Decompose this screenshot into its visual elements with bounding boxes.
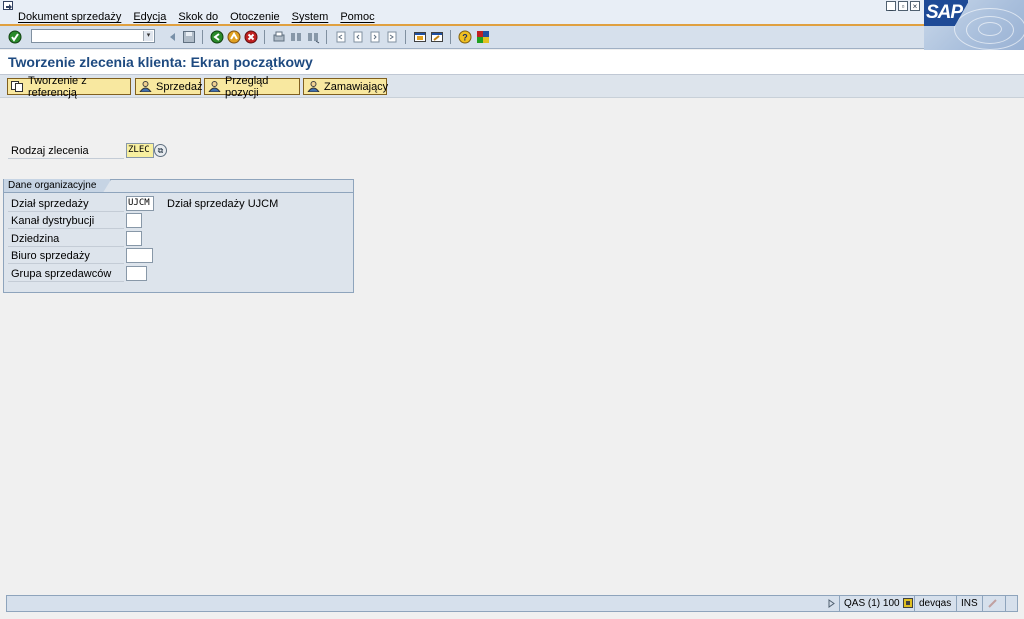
page-title: Tworzenie zlecenia klienta: Ekran począt…: [8, 54, 313, 70]
expand-status-icon[interactable]: [827, 599, 836, 608]
person-icon: [307, 81, 320, 92]
toolbar-separator: [450, 30, 451, 44]
sales-org-description: Dział sprzedaży UJCM: [167, 198, 279, 210]
server-name-text: devqas: [919, 598, 952, 609]
command-field[interactable]: ▾: [31, 29, 155, 43]
distribution-channel-label: Kanał dystrybucji: [11, 215, 95, 227]
distribution-channel-field[interactable]: [126, 213, 142, 228]
menu-sales-document[interactable]: Dokument sprzedaży: [18, 11, 121, 23]
application-toolbar: Tworzenie z referencją Sprzedaż Przegląd…: [0, 75, 1024, 99]
button-label: Sprzedaż: [156, 80, 203, 93]
exit-icon[interactable]: [227, 30, 241, 44]
menu-goto[interactable]: Skok do: [178, 11, 218, 23]
layout-menu-icon[interactable]: [476, 30, 490, 44]
person-icon: [208, 81, 221, 92]
back-arrow-icon[interactable]: [166, 30, 180, 44]
status-extra: [982, 596, 1007, 611]
toolbar-separator: [405, 30, 406, 44]
print-icon[interactable]: [272, 30, 286, 44]
system-info[interactable]: QAS (1) 100: [839, 596, 908, 611]
copy-icon: [11, 81, 23, 92]
shortcut-icon[interactable]: [430, 30, 444, 44]
system-info-text: QAS (1) 100: [844, 598, 900, 609]
button-label: Zamawiający: [324, 80, 389, 93]
minimize-icon[interactable]: _: [886, 1, 896, 11]
standard-toolbar: ▾ ?: [0, 26, 924, 49]
toolbar-separator: [326, 30, 327, 44]
order-type-field[interactable]: ZLEC: [126, 143, 154, 158]
find-next-icon[interactable]: [306, 30, 320, 44]
sales-button[interactable]: Sprzedaż: [135, 78, 203, 95]
value-help-icon[interactable]: ⧉: [154, 144, 167, 157]
label-underline: [8, 263, 124, 264]
window-controls: _ ▫ ×: [886, 1, 920, 11]
first-page-icon[interactable]: [334, 30, 348, 44]
new-session-icon[interactable]: [413, 30, 427, 44]
lock-icon: [988, 599, 997, 608]
find-icon[interactable]: [289, 30, 303, 44]
menu-edit[interactable]: Edycja: [133, 11, 166, 23]
sales-group-field[interactable]: [126, 266, 147, 281]
group-title: Dane organizacyjne: [4, 179, 111, 192]
status-end: [1005, 596, 1018, 611]
person-icon: [139, 81, 152, 92]
help-icon[interactable]: ?: [458, 30, 472, 44]
command-dropdown-icon[interactable]: ▾: [143, 31, 153, 41]
label-underline: [8, 246, 124, 247]
button-label: Tworzenie z referencją: [28, 74, 87, 99]
toolbar-separator: [202, 30, 203, 44]
system-info-icon[interactable]: [903, 598, 913, 608]
svg-text:?: ?: [462, 33, 468, 43]
previous-page-icon[interactable]: [351, 30, 365, 44]
item-overview-button[interactable]: Przegląd pozycji: [204, 75, 300, 99]
insert-mode[interactable]: INS: [956, 596, 983, 611]
sap-logo-text: SAP: [926, 2, 963, 23]
create-with-reference-button[interactable]: Tworzenie z referencją: [7, 75, 131, 99]
button-label: Przegląd pozycji: [225, 74, 269, 99]
sales-group-label: Grupa sprzedawców: [11, 268, 112, 280]
next-page-icon[interactable]: [368, 30, 382, 44]
menu-bar: Dokument sprzedaży Edycja Skok do Otocze…: [0, 0, 1024, 26]
server-name: devqas: [914, 596, 957, 611]
close-icon[interactable]: ×: [910, 1, 920, 11]
label-underline: [8, 158, 124, 159]
insert-mode-text: INS: [961, 598, 978, 609]
sales-org-field[interactable]: UJCM: [126, 196, 154, 211]
label-underline: [8, 228, 124, 229]
cancel-icon[interactable]: [244, 30, 258, 44]
system-menu-icon[interactable]: [3, 1, 15, 11]
back-icon[interactable]: [210, 30, 224, 44]
division-label: Dziedzina: [11, 233, 60, 245]
label-underline: [8, 281, 124, 282]
menu-system[interactable]: System: [292, 11, 329, 23]
label-underline: [8, 211, 124, 212]
sales-org-label: Dział sprzedaży: [11, 198, 89, 210]
logo-ring: [978, 22, 1002, 36]
sales-office-label: Biuro sprzedaży: [11, 250, 90, 262]
enter-icon[interactable]: [8, 30, 22, 44]
title-bar: Tworzenie zlecenia klienta: Ekran począt…: [0, 50, 1024, 75]
status-bar: QAS (1) 100 devqas INS: [6, 595, 1018, 612]
menu-environment[interactable]: Otoczenie: [230, 11, 280, 23]
save-icon[interactable]: [182, 30, 196, 44]
last-page-icon[interactable]: [385, 30, 399, 44]
sap-logo-area: SAP: [924, 0, 1024, 50]
sales-office-field[interactable]: [126, 248, 153, 263]
menu-items: Dokument sprzedaży Edycja Skok do Otocze…: [18, 11, 375, 23]
group-title-line: [4, 192, 353, 193]
restore-icon[interactable]: ▫: [898, 1, 908, 11]
order-type-label: Rodzaj zlecenia: [11, 145, 89, 157]
toolbar-separator: [264, 30, 265, 44]
division-field[interactable]: [126, 231, 142, 246]
sold-to-party-button[interactable]: Zamawiający: [303, 78, 389, 95]
menu-help[interactable]: Pomoc: [340, 11, 374, 23]
